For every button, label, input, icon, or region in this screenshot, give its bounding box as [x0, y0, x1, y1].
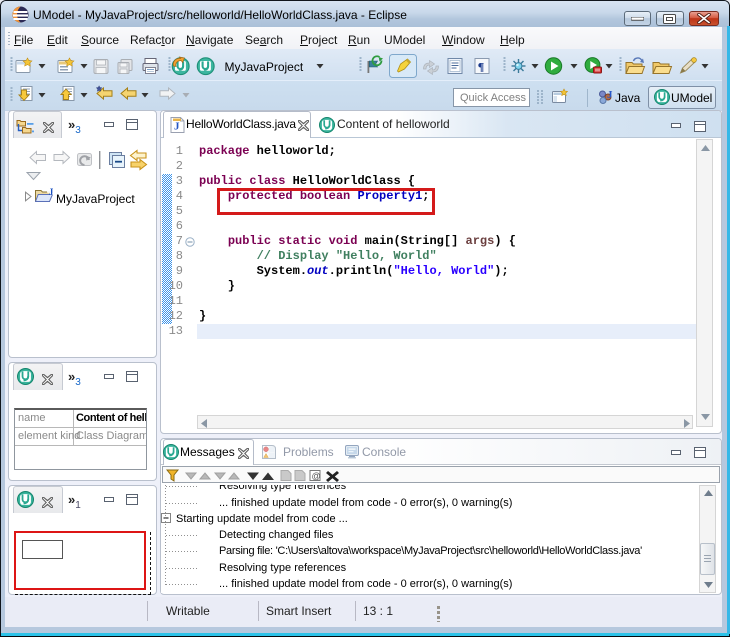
svg-text:¶: ¶	[478, 60, 484, 74]
svg-text:@: @	[312, 471, 321, 481]
svg-text:J: J	[174, 121, 180, 133]
svg-text:J: J	[49, 187, 54, 197]
svg-text:Java: Java	[615, 91, 641, 105]
svg-text:J: J	[607, 89, 613, 101]
svg-text:MyJavaProject: MyJavaProject	[225, 60, 304, 74]
